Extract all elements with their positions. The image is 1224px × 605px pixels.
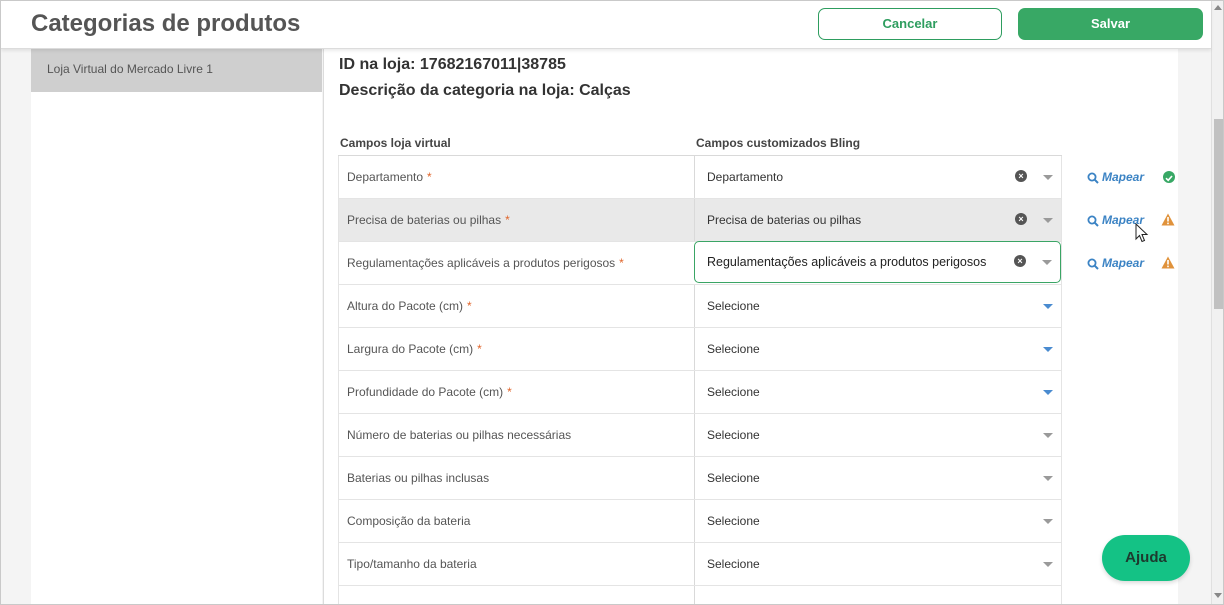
magnifier-icon [1087,172,1099,184]
focused-select[interactable]: Regulamentações aplicáveis a produtos pe… [694,241,1061,283]
sidebar-item-label: Loja Virtual do Mercado Livre 1 [47,62,213,76]
scroll-down-icon[interactable] [1214,593,1222,598]
required-marker: * [505,213,510,227]
cancel-button[interactable]: Cancelar [818,8,1002,40]
table-row: Altura do Pacote (cm) * Selecione [338,285,1062,328]
category-panel: ID na loja: 17682167011|38785 Descrição … [323,49,1178,604]
clear-x-icon[interactable]: × [1014,255,1026,267]
warning-triangle-icon [1161,256,1175,269]
scroll-up-icon[interactable] [1214,5,1222,10]
mapear-link[interactable]: Mapear [1087,156,1144,198]
table-row: Largura do Pacote (cm) * Selecione [338,328,1062,371]
help-button[interactable]: Ajuda [1102,535,1190,581]
bling-field-select[interactable]: Departamento × [694,156,1062,198]
category-description: Descrição da categoria na loja: Calças [339,82,631,99]
select-value: Selecione [707,428,760,442]
page-title: Categorias de produtos [31,10,301,37]
check-circle-icon [1163,171,1175,183]
sidebar-item-store[interactable]: Loja Virtual do Mercado Livre 1 [31,49,322,92]
chevron-down-icon[interactable] [1043,218,1053,223]
magnifier-icon [1087,215,1099,227]
bling-field-select[interactable]: Selecione [694,414,1062,456]
map-actions: Mapear [1077,242,1177,284]
chevron-down-icon[interactable] [1043,175,1053,180]
store-id: ID na loja: 17682167011|38785 [339,56,566,73]
column-header-store-fields: Campos loja virtual [340,136,451,150]
bling-field-select[interactable]: Selecione [694,371,1062,413]
mouse-cursor-icon [1135,223,1149,243]
page-header: Categorias de produtos Cancelar Salvar [1,1,1211,49]
map-actions: Mapear [1077,199,1177,241]
warning-triangle-icon [1161,213,1175,226]
table-row: Número de baterias ou pilhas necessárias… [338,414,1062,457]
bling-field-select[interactable]: Selecione [694,543,1062,585]
scroll-thumb[interactable] [1214,119,1223,309]
mapear-link[interactable]: Mapear [1087,242,1144,284]
select-value: Selecione [707,385,760,399]
select-value: Selecione [707,471,760,485]
store-field-label: Composição da bateria [347,514,471,528]
clear-x-icon[interactable]: × [1015,213,1027,225]
required-marker: * [477,342,482,356]
required-marker: * [467,299,472,313]
store-field-label: Regulamentações aplicáveis a produtos pe… [347,256,624,270]
map-actions: Mapear [1077,156,1177,198]
table-row: Profundidade do Pacote (cm) * Selecione [338,371,1062,414]
clear-x-icon[interactable]: × [1015,170,1027,182]
chevron-down-icon[interactable] [1043,519,1053,524]
app-window: Categorias de produtos Cancelar Salvar L… [0,0,1224,605]
select-value: Departamento [707,170,784,184]
chevron-down-icon[interactable] [1043,562,1053,567]
required-marker: * [619,256,624,270]
select-value: Selecione [707,299,760,313]
store-field-label: Altura do Pacote (cm) * [347,299,472,313]
chevron-down-icon[interactable] [1043,304,1053,309]
page-content: Loja Virtual do Mercado Livre 1 ID na lo… [1,49,1211,604]
store-field-label: Profundidade do Pacote (cm) * [347,385,512,399]
chevron-down-icon[interactable] [1043,476,1053,481]
table-row: Tipo/tamanho da bateria Selecione [338,543,1062,586]
select-value: Selecione [707,342,760,356]
chevron-down-icon[interactable] [1043,390,1053,395]
select-value: Precisa de baterias ou pilhas [707,213,862,227]
table-row: Departamento * Departamento × Mapear [338,156,1175,199]
field-mapping-table: Departamento * Departamento × Mapear Pre… [338,155,1175,604]
bling-field-select[interactable]: Selecione [694,328,1062,370]
store-field-label: Número de baterias ou pilhas necessárias [347,428,572,442]
sidebar: Loja Virtual do Mercado Livre 1 [31,49,322,604]
table-row: Baterias ou pilhas inclusas Selecione [338,457,1062,500]
table-row: Composição da bateria Selecione [338,500,1062,543]
required-marker: * [427,170,432,184]
select-value: Selecione [707,514,760,528]
store-field-label: Precisa de baterias ou pilhas * [347,213,510,227]
bling-field-select[interactable]: Selecione [694,285,1062,327]
store-field-label: Largura do Pacote (cm) * [347,342,482,356]
vertical-scrollbar[interactable] [1211,1,1223,604]
table-row [338,586,1062,604]
chevron-down-icon[interactable] [1043,347,1053,352]
bling-field-select[interactable]: Selecione [694,500,1062,542]
required-marker: * [507,385,512,399]
column-header-bling-fields: Campos customizados Bling [696,136,861,150]
select-value: Selecione [707,557,760,571]
store-field-label: Baterias ou pilhas inclusas [347,471,490,485]
save-button[interactable]: Salvar [1018,8,1203,40]
bling-field-select[interactable]: Regulamentações aplicáveis a produtos pe… [694,241,1062,284]
bling-field-select[interactable]: Selecione [694,457,1062,499]
chevron-down-icon[interactable] [1043,433,1053,438]
store-field-label: Tipo/tamanho da bateria [347,557,477,571]
bling-field-select[interactable] [694,586,1062,604]
chevron-down-icon[interactable] [1042,260,1052,265]
select-value: Regulamentações aplicáveis a produtos pe… [707,255,987,269]
store-field-label [339,586,694,604]
magnifier-icon [1087,258,1099,270]
table-row: Regulamentações aplicáveis a produtos pe… [338,241,1175,285]
table-row: Precisa de baterias ou pilhas * Precisa d… [338,199,1175,242]
bling-field-select[interactable]: Precisa de baterias ou pilhas × [694,199,1062,241]
store-field-label: Departamento * [347,170,432,184]
